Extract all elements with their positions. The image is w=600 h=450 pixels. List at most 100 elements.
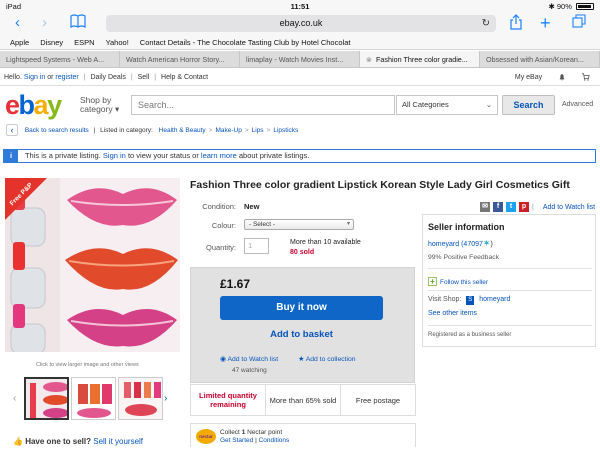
- bookmarks-book-icon[interactable]: [70, 14, 86, 33]
- add-to-collection-link[interactable]: Add to collection: [306, 356, 356, 363]
- limited-quantity-stat: Limited quantity remaining: [191, 385, 266, 415]
- search-input[interactable]: Search...: [131, 95, 395, 115]
- thumbnail-3[interactable]: [118, 377, 163, 420]
- tab-fashion-lipstick[interactable]: ⊗ Fashion Three color gradie...: [360, 51, 480, 67]
- sell-prompt-text: Have one to sell?: [25, 437, 91, 446]
- breadcrumb-make-up[interactable]: Make-Up: [215, 127, 241, 134]
- address-bar[interactable]: ebay.co.uk ↻: [106, 15, 496, 32]
- seller-name-link[interactable]: homeyard: [428, 241, 459, 248]
- share-icon[interactable]: [510, 14, 522, 35]
- facebook-icon[interactable]: f: [493, 202, 503, 212]
- forward-icon[interactable]: ›: [42, 14, 47, 32]
- condition-label: Condition:: [202, 202, 236, 211]
- seller-name-row: homeyard (47097✶): [428, 238, 493, 249]
- ebay-logo[interactable]: ebay: [5, 90, 62, 120]
- add-to-watch-list-top-link[interactable]: Add to Watch list: [543, 204, 595, 211]
- twitter-icon[interactable]: t: [506, 202, 516, 212]
- tab-label: limaplay - Watch Movies Inst...: [246, 55, 344, 64]
- thumbnail-1[interactable]: [24, 377, 69, 420]
- breadcrumb-lipsticks[interactable]: Lipsticks: [273, 127, 298, 134]
- battery-status: ✱ 90%: [549, 2, 594, 11]
- free-postage-stat: Free postage: [355, 395, 401, 405]
- cart-icon[interactable]: [582, 73, 590, 81]
- bookmark-yahoo[interactable]: Yahoo!: [106, 38, 129, 47]
- search-button[interactable]: Search: [502, 95, 555, 115]
- my-ebay-link[interactable]: My eBay: [515, 74, 542, 81]
- divider: [428, 290, 592, 291]
- notice-text: This is a private listing.: [24, 151, 101, 160]
- tabs-overview-icon[interactable]: [572, 14, 586, 33]
- learn-more-link[interactable]: learn more: [201, 151, 237, 160]
- item-stats: Limited quantity remaining More than 65%…: [190, 384, 416, 416]
- thumbnail-2[interactable]: [71, 377, 116, 420]
- percent-sold-stat: More than 65% sold: [266, 385, 341, 415]
- bookmark-disney[interactable]: Disney: [40, 38, 63, 47]
- sell-it-yourself-link[interactable]: Sell it yourself: [93, 437, 143, 446]
- add-to-basket-button[interactable]: Add to basket: [220, 329, 383, 340]
- quantity-value: 1: [248, 241, 253, 250]
- tab-american-horror-story[interactable]: Watch American Horror Story...: [120, 51, 240, 67]
- quantity-input[interactable]: 1: [244, 238, 269, 254]
- watch-collection-row: ◉ Add to Watch list ★ Add to collection: [220, 355, 356, 363]
- back-icon[interactable]: ‹: [15, 14, 20, 32]
- tab-obsessed-asian[interactable]: Obsessed with Asian/Korean...: [480, 51, 600, 67]
- notifications-bell-icon[interactable]: [558, 74, 568, 81]
- back-to-results-link[interactable]: Back to search results: [25, 127, 89, 134]
- back-arrow-icon[interactable]: ‹: [6, 124, 18, 137]
- tab-lightspeed[interactable]: Lightspeed Systems - Web A...: [0, 51, 120, 67]
- thumbnail-next-icon[interactable]: ›: [164, 393, 167, 404]
- new-tab-icon[interactable]: +: [540, 14, 551, 32]
- add-to-watch-list-link[interactable]: Add to Watch list: [227, 356, 278, 363]
- colour-selected-value: - Select -: [249, 221, 276, 228]
- category-select[interactable]: All Categories ⌄: [396, 95, 498, 115]
- pinterest-icon[interactable]: p: [519, 202, 529, 212]
- bookmark-hotel-chocolat[interactable]: Contact Details - The Chocolate Tasting …: [140, 38, 351, 47]
- sold-count[interactable]: 80 sold: [290, 249, 314, 256]
- battery-icon: [576, 3, 594, 11]
- get-started-link[interactable]: Get Started: [220, 437, 253, 444]
- tab-limaplay[interactable]: limaplay - Watch Movies Inst...: [240, 51, 360, 67]
- breadcrumb-health-beauty[interactable]: Health & Beauty: [159, 127, 206, 134]
- bookmark-apple[interactable]: Apple: [10, 38, 29, 47]
- daily-deals-link[interactable]: Daily Deals: [90, 74, 125, 81]
- quantity-label: Quantity:: [205, 243, 236, 252]
- register-link[interactable]: register: [55, 74, 78, 81]
- see-other-items-link[interactable]: See other items: [428, 310, 477, 317]
- close-tab-icon[interactable]: ⊗: [366, 55, 372, 64]
- nectar-panel: nectar Collect 1 Nectar point Get Starte…: [190, 423, 416, 447]
- greeting: Hello.: [4, 74, 22, 81]
- conditions-link[interactable]: Conditions: [259, 437, 290, 444]
- reload-icon[interactable]: ↻: [482, 15, 490, 32]
- notice-text: about private listings.: [238, 151, 310, 160]
- follow-seller-link[interactable]: + Follow this seller: [428, 277, 488, 286]
- advanced-search-link[interactable]: Advanced: [562, 101, 593, 108]
- share-bar: ✉ f t p | Add to Watch list: [480, 202, 595, 212]
- sell-bulb-icon: 👍: [13, 437, 23, 446]
- nectar-points: 1: [241, 429, 246, 436]
- email-icon[interactable]: ✉: [480, 202, 490, 212]
- positive-feedback: 99% Positive Feedback: [428, 254, 500, 261]
- listed-in-label: Listed in category:: [100, 127, 153, 134]
- feedback-score-link[interactable]: (47097: [461, 241, 483, 248]
- breadcrumb-lips[interactable]: Lips: [252, 127, 264, 134]
- sell-link[interactable]: Sell: [138, 74, 150, 81]
- bookmark-espn[interactable]: ESPN: [74, 38, 94, 47]
- search-placeholder: Search...: [138, 100, 175, 110]
- colour-select[interactable]: - Select - ▾: [244, 219, 354, 230]
- divider: |: [532, 203, 534, 211]
- tab-label: Obsessed with Asian/Korean...: [486, 55, 584, 64]
- notice-sign-in-link[interactable]: Sign in: [103, 151, 126, 160]
- thumbnail-prev-icon[interactable]: ‹: [13, 393, 16, 404]
- breadcrumb-separator: >: [208, 127, 213, 134]
- main-product-image[interactable]: Free P&P: [5, 178, 180, 352]
- status-bar: iPad 11:51 ✱ 90%: [0, 0, 600, 12]
- shop-by-category-button[interactable]: Shop by category ▾: [80, 96, 119, 114]
- sign-in-link[interactable]: Sign in: [24, 74, 45, 81]
- help-contact-link[interactable]: Help & Contact: [161, 74, 208, 81]
- private-listing-notice: i This is a private listing. Sign in to …: [3, 149, 596, 163]
- business-seller-note: Registered as a business seller: [428, 332, 512, 338]
- buy-it-now-button[interactable]: Buy it now: [220, 296, 383, 320]
- shop-name-link[interactable]: homeyard: [479, 296, 510, 303]
- eye-icon: ◉: [220, 356, 226, 363]
- ebay-global-header: Hello. Sign in or register | Daily Deals…: [0, 69, 600, 86]
